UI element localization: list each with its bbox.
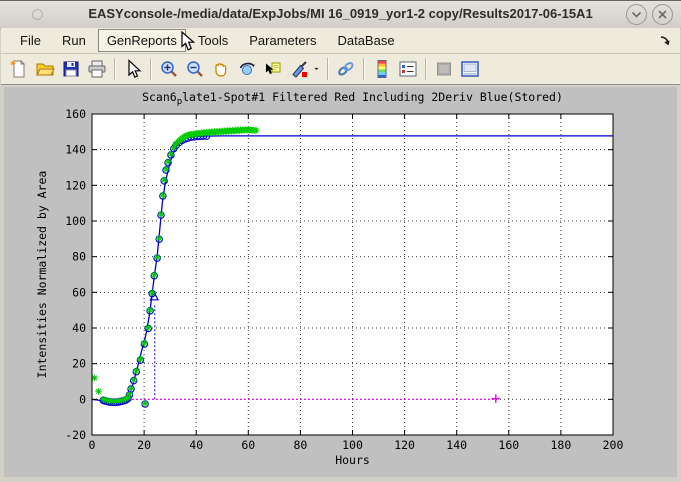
toolbar-separator (114, 58, 116, 80)
svg-text:-20: -20 (65, 428, 86, 442)
toolbar-separator (150, 58, 152, 80)
close-icon (657, 9, 668, 20)
zoom-in-button[interactable] (156, 56, 182, 82)
figure-title: Scan6plate1-Spot#1 Filtered Red Includin… (142, 90, 563, 107)
y-axis-label: Intensities Normalized by Area (35, 171, 49, 379)
insert-colorbar-icon (372, 59, 392, 79)
figure-area: 020406080100120140160180200-200204060801… (4, 87, 677, 477)
menu-item-database[interactable]: DataBase (328, 29, 403, 52)
data-cursor-button[interactable] (260, 56, 286, 82)
x-axis-label: Hours (335, 453, 370, 467)
insert-colorbar-button[interactable] (369, 56, 395, 82)
close-button[interactable] (652, 4, 673, 25)
data-cursor-icon (263, 59, 283, 79)
svg-text:40: 40 (189, 438, 203, 452)
zoom-out-icon (185, 59, 205, 79)
svg-text:0: 0 (89, 438, 96, 452)
application-window: EASYconsole-/media/data/ExpJobs/MI 16_09… (0, 0, 681, 482)
svg-text:40: 40 (72, 321, 86, 335)
menu-item-file[interactable]: File (11, 29, 50, 52)
svg-text:0: 0 (79, 392, 86, 406)
new-file-icon (9, 59, 29, 79)
mouse-cursor-icon (181, 31, 196, 52)
svg-text:120: 120 (394, 438, 415, 452)
hide-plot-tools-button (431, 56, 457, 82)
svg-text:100: 100 (65, 214, 86, 228)
svg-text:100: 100 (342, 438, 363, 452)
toolbar-separator (425, 58, 427, 80)
svg-text:120: 120 (65, 178, 86, 192)
menu-item-genreports[interactable]: GenReports (98, 29, 186, 52)
svg-text:20: 20 (137, 438, 151, 452)
brush-button[interactable] (286, 56, 312, 82)
svg-text:60: 60 (241, 438, 255, 452)
svg-text:80: 80 (293, 438, 307, 452)
new-file-button[interactable] (6, 56, 32, 82)
svg-text:60: 60 (72, 285, 86, 299)
svg-text:160: 160 (65, 107, 86, 121)
menu-item-parameters[interactable]: Parameters (240, 29, 325, 52)
rotate-3d-button[interactable] (234, 56, 260, 82)
open-file-icon (35, 59, 55, 79)
toolbar-separator (363, 58, 365, 80)
plot-canvas[interactable]: 020406080100120140160180200-200204060801… (4, 87, 677, 478)
pan-icon (211, 59, 231, 79)
svg-text:160: 160 (498, 438, 519, 452)
brush-dropdown-button[interactable] (312, 56, 323, 82)
save-button[interactable] (58, 56, 84, 82)
insert-legend-button[interactable] (395, 56, 421, 82)
menu-item-tools[interactable]: Tools (189, 29, 237, 52)
insert-legend-icon (398, 59, 418, 79)
svg-text:20: 20 (72, 357, 86, 371)
save-icon (61, 59, 81, 79)
zoom-out-button[interactable] (182, 56, 208, 82)
show-plot-tools-button[interactable] (457, 56, 483, 82)
link-plots-icon (336, 59, 356, 79)
toolbar (1, 54, 680, 85)
svg-text:140: 140 (446, 438, 467, 452)
zoom-in-icon (159, 59, 179, 79)
svg-text:200: 200 (603, 438, 624, 452)
menu-bar: FileRunGenReportsToolsParametersDataBase (1, 28, 680, 54)
pointer-button[interactable] (120, 56, 146, 82)
print-button[interactable] (84, 56, 110, 82)
menu-item-run[interactable]: Run (53, 29, 95, 52)
title-bar[interactable]: EASYconsole-/media/data/ExpJobs/MI 16_09… (0, 1, 681, 29)
toolbar-separator (327, 58, 329, 80)
show-plot-tools-icon (460, 59, 480, 79)
brush-icon (289, 59, 309, 79)
hide-plot-tools-icon (434, 59, 454, 79)
print-icon (87, 59, 107, 79)
minimize-button[interactable] (626, 4, 647, 25)
svg-text:80: 80 (72, 250, 86, 264)
open-file-button[interactable] (32, 56, 58, 82)
svg-text:180: 180 (551, 438, 572, 452)
chevron-down-icon (631, 9, 642, 20)
pointer-icon (123, 59, 143, 79)
link-plots-button[interactable] (333, 56, 359, 82)
brush-dropdown-icon (312, 59, 323, 79)
pan-button[interactable] (208, 56, 234, 82)
window-title: EASYconsole-/media/data/ExpJobs/MI 16_09… (0, 6, 681, 21)
dock-arrow-icon[interactable] (658, 34, 672, 48)
rotate-3d-icon (237, 59, 257, 79)
svg-text:140: 140 (65, 143, 86, 157)
